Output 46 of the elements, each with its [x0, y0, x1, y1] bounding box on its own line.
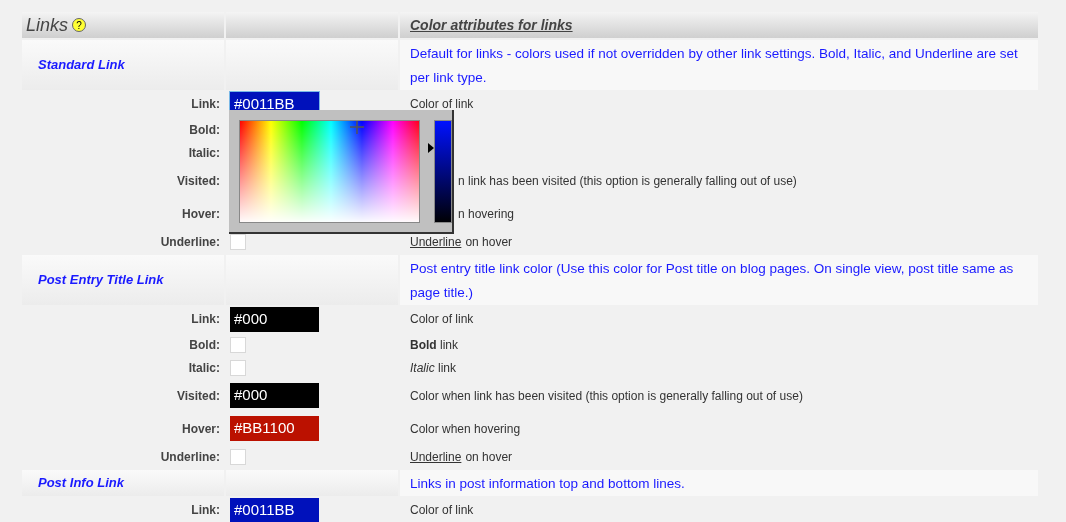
- field-label: Bold:: [189, 336, 220, 354]
- field-label: Underline:: [160, 233, 220, 251]
- field-label: Link:: [191, 311, 220, 328]
- field-label: Bold:: [189, 121, 220, 139]
- field-description: n link has been visited (this option is generally falling out of use): [458, 173, 797, 188]
- field-description: Color of link: [410, 503, 474, 517]
- field-label: Hover:: [182, 205, 220, 223]
- color-field[interactable]: #0011BB: [230, 497, 319, 522]
- field-description: Color when link has been visited (this option is generally falling out of use): [410, 388, 803, 403]
- brightness-bar[interactable]: [434, 120, 452, 223]
- field-description: Color when hovering: [410, 421, 521, 436]
- triangle-icon[interactable]: [428, 143, 434, 153]
- color-field[interactable]: #000: [230, 383, 319, 408]
- section-title: Links: [26, 13, 69, 37]
- underline-link[interactable]: Underline: [410, 232, 462, 251]
- checkbox[interactable]: [230, 448, 246, 465]
- column-heading: Color attributes for links: [410, 15, 573, 35]
- color-spectrum[interactable]: [239, 120, 420, 223]
- field-description: Italic link: [410, 360, 457, 375]
- field-description: on hover: [465, 233, 513, 251]
- link-type-title: Post Info Link: [38, 474, 124, 493]
- field-label: Hover:: [182, 420, 220, 438]
- crosshair-icon[interactable]: [349, 120, 365, 135]
- link-type-title: Post Entry Title Link: [38, 271, 164, 290]
- field-label: Italic:: [188, 144, 220, 162]
- field-description: n hovering: [458, 206, 515, 221]
- underline-link[interactable]: Underline: [410, 447, 462, 466]
- field-description: Color of link: [410, 312, 474, 326]
- checkbox[interactable]: [230, 359, 246, 376]
- help-icon[interactable]: ?: [72, 18, 87, 32]
- field-description: on hover: [465, 448, 513, 466]
- checkbox[interactable]: [230, 336, 246, 353]
- link-type-description: Links in post information top and bottom lines.: [410, 476, 685, 491]
- field-label: Visited:: [176, 172, 220, 190]
- color-field[interactable]: #BB1100: [230, 416, 319, 441]
- link-type-title: Standard Link: [38, 56, 125, 75]
- field-label: Italic:: [188, 359, 220, 377]
- link-type-description: Post entry title link color (Use this color for Post title on blog pages. On single view, post title same as page title.): [410, 261, 1014, 300]
- field-label: Link:: [191, 96, 220, 113]
- field-label: Underline:: [160, 448, 220, 466]
- field-label: Visited:: [176, 387, 220, 405]
- field-description: Color of link: [410, 97, 474, 111]
- link-type-description: Default for links - colors used if not overridden by other link settings. Bold, Italic, and Underline are set per link type.: [410, 46, 1018, 85]
- field-description: Bold link: [410, 337, 458, 352]
- field-label: Link:: [191, 502, 220, 519]
- color-field[interactable]: #000: [230, 306, 319, 332]
